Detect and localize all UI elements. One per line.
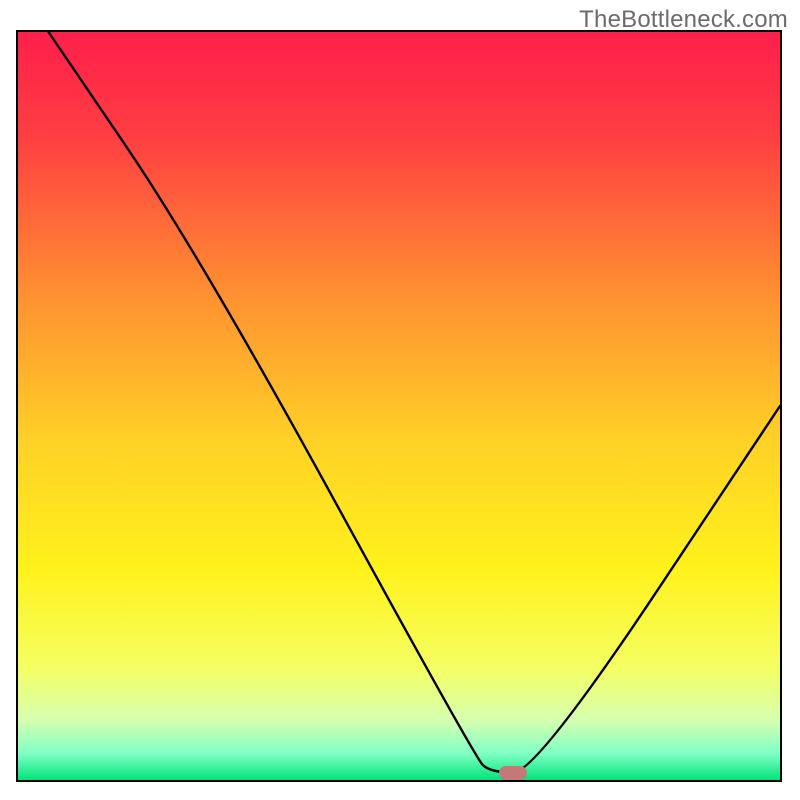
watermark-text: TheBottleneck.com [579,6,788,34]
plot-area [16,30,782,782]
optimal-marker [499,766,527,780]
chart-frame: TheBottleneck.com [0,0,800,800]
bottleneck-curve [18,32,780,780]
